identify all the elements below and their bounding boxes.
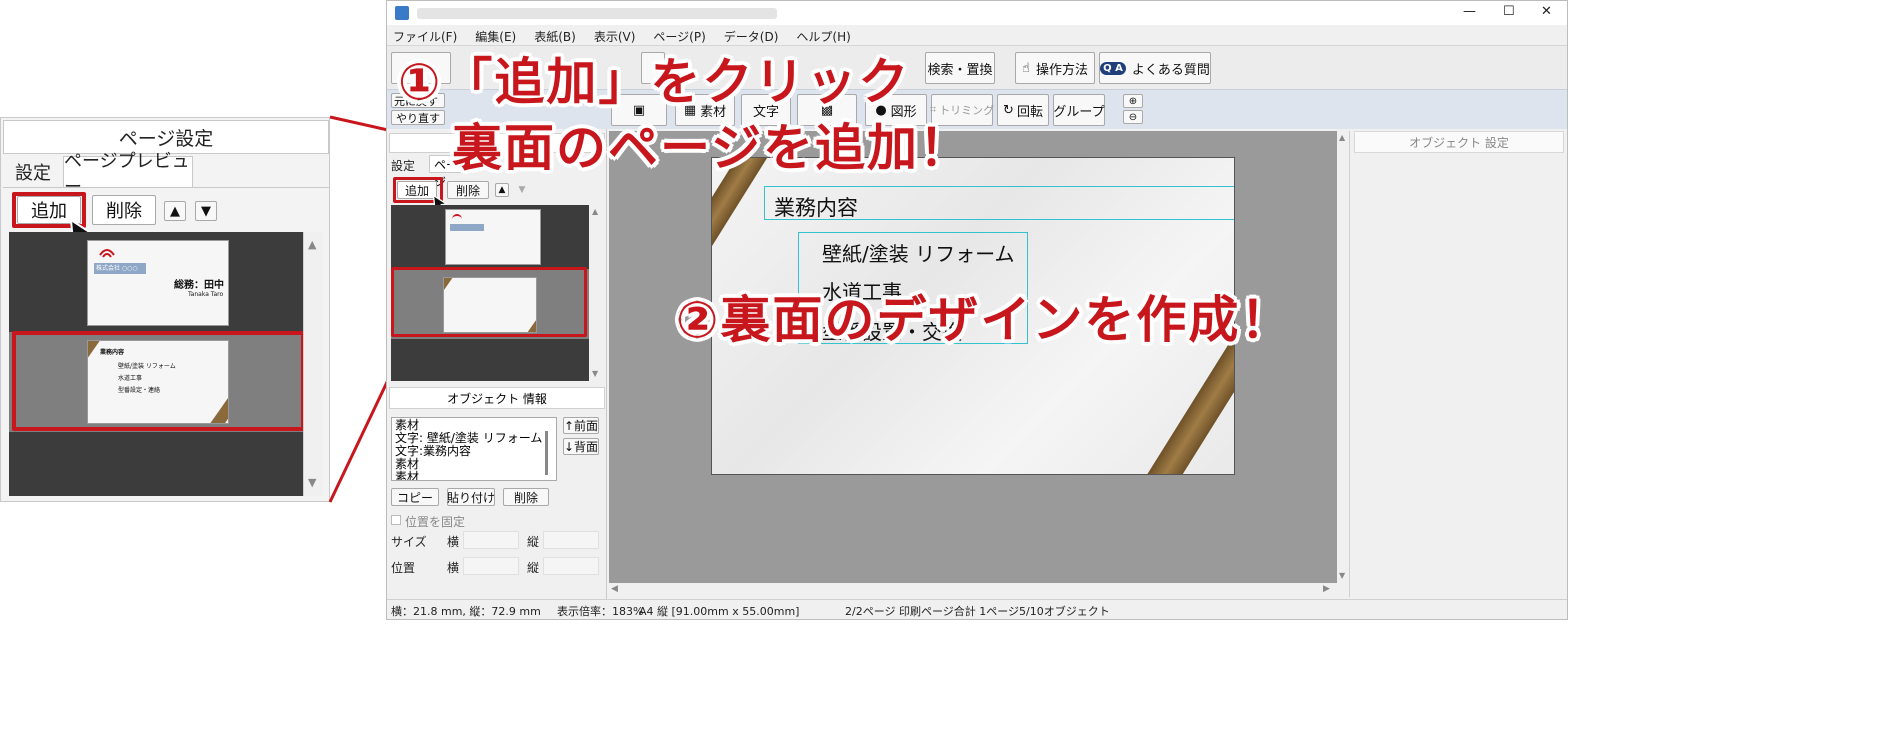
search-replace-button[interactable]: 検索・置換 xyxy=(925,52,995,84)
status-coords: 横：21.8 mm, 縦：72.9 mm xyxy=(391,605,541,618)
card-stripe-bottom-right xyxy=(1133,334,1234,474)
minimize-button[interactable]: — xyxy=(1463,4,1476,19)
page-preview-scrollbar[interactable]: ▲ ▼ xyxy=(589,205,603,381)
canvas-scroll-down-icon[interactable]: ▼ xyxy=(1339,571,1345,580)
how-to-button[interactable]: ☝ 操作方法 xyxy=(1015,52,1095,84)
copy-button[interactable]: コピー xyxy=(391,488,439,506)
zoom-in-button[interactable]: ⊕ xyxy=(1123,94,1143,108)
pos-y-label: 縦 xyxy=(527,561,540,575)
object-list-item[interactable]: 素材 xyxy=(395,471,553,481)
card-line-1: 壁紙/塗装 リフォーム xyxy=(822,242,1015,266)
canvas-horizontal-scrollbar[interactable]: ◀ ▶ xyxy=(609,583,1337,597)
how-to-label: 操作方法 xyxy=(1035,62,1088,78)
group-button[interactable]: グループ xyxy=(1053,94,1105,126)
rotate-label: 回転 xyxy=(1016,104,1043,120)
status-zoom: 表示倍率：183% xyxy=(557,605,644,618)
close-button[interactable]: ✕ xyxy=(1541,4,1552,19)
status-bar: 横：21.8 mm, 縦：72.9 mm 表示倍率：183% A4 縦 [91.… xyxy=(387,599,1567,619)
faq-button[interactable]: Q A よくある質問 xyxy=(1099,52,1211,84)
status-paper: A4 縦 [91.00mm x 55.00mm] xyxy=(639,605,800,618)
canvas-scroll-right-icon[interactable]: ▶ xyxy=(1323,584,1330,594)
zoom-out-button[interactable]: ⊖ xyxy=(1123,110,1143,124)
lock-position-label: 位置を固定 xyxy=(405,515,466,529)
page-preview-list[interactable] xyxy=(391,205,589,381)
mini-logo-icon xyxy=(452,214,462,220)
pos-x-label: 横 xyxy=(447,561,460,575)
size-label: サイズ xyxy=(391,535,427,549)
paste-button[interactable]: 貼り付け xyxy=(447,488,495,506)
page-up-button[interactable]: ▲ xyxy=(495,183,509,197)
faq-label: よくある質問 xyxy=(1131,62,1210,78)
size-width-label: 横 xyxy=(447,535,460,549)
left-tab-settings[interactable]: 設定 xyxy=(391,157,415,174)
size-height-label: 縦 xyxy=(527,535,540,549)
object-list[interactable]: 素材 文字: 壁紙/塗装 リフォーム 文字:業務内容 素材 素材 xyxy=(391,417,557,481)
object-delete-button[interactable]: 削除 xyxy=(503,488,549,506)
position-label: 位置 xyxy=(391,561,416,575)
pos-y-field[interactable] xyxy=(543,557,599,575)
object-list-scrollbar[interactable] xyxy=(545,431,548,475)
canvas-scroll-up-icon[interactable]: ▲ xyxy=(1339,133,1345,142)
left-panel: 設定 ページ 追加 削除 ▲ ▼ ▲ ▼ オブジェクト 情報 素材 文字: 壁紙… xyxy=(387,129,607,599)
app-icon xyxy=(395,6,409,20)
bring-front-button[interactable]: ↑前面 xyxy=(563,417,599,434)
card-heading: 業務内容 xyxy=(774,196,858,220)
hand-pointer-icon: ☝ xyxy=(1022,60,1030,76)
canvas-area[interactable]: 業務内容 壁紙/塗装 リフォーム 水道工事 型番設置・交換 xyxy=(609,131,1337,583)
annotation-step1-line1: ①「追加」をクリック xyxy=(398,53,911,111)
mini-company-block xyxy=(450,224,484,231)
zoom-out-icon: ⊖ xyxy=(1128,111,1138,123)
preview-scroll-down-icon[interactable]: ▼ xyxy=(592,369,598,378)
rotate-icon: ↻ xyxy=(1003,102,1014,118)
zoom-in-icon: ⊕ xyxy=(1128,95,1138,107)
lock-position-checkbox[interactable] xyxy=(391,515,401,525)
page-down-button[interactable]: ▼ xyxy=(515,183,529,197)
pos-x-field[interactable] xyxy=(463,557,519,575)
rotate-button[interactable]: ↻ 回転 xyxy=(997,94,1049,126)
annotation-step2: ②裏面のデザインを作成！ xyxy=(676,291,1293,349)
annotation-step1-line2: 裏面のページを追加！ xyxy=(452,119,971,177)
maximize-button[interactable]: ☐ xyxy=(1503,4,1515,19)
page-preview-front[interactable] xyxy=(445,209,541,265)
object-settings-header: オブジェクト 設定 xyxy=(1354,131,1564,153)
preview-scroll-up-icon[interactable]: ▲ xyxy=(592,207,598,216)
status-objects: 5/10オブジェクト xyxy=(1019,605,1110,618)
size-width-field[interactable] xyxy=(463,531,519,549)
object-info-header: オブジェクト 情報 xyxy=(389,387,605,409)
status-pages: 2/2ページ 印刷ページ合計 1ページ xyxy=(845,605,1020,618)
canvas-scroll-left-icon[interactable]: ◀ xyxy=(611,584,618,594)
page-back-highlight xyxy=(391,267,587,337)
send-back-button[interactable]: ↓背面 xyxy=(563,438,599,455)
page-delete-button[interactable]: 削除 xyxy=(447,181,489,199)
qa-icon: Q A xyxy=(1100,61,1126,75)
canvas-vertical-scrollbar[interactable]: ▲ ▼ xyxy=(1337,131,1349,583)
window-title-blurred xyxy=(417,8,777,19)
right-panel: オブジェクト 設定 xyxy=(1349,131,1567,597)
size-height-field[interactable] xyxy=(543,531,599,549)
title-bar: — ☐ ✕ xyxy=(387,1,1567,25)
